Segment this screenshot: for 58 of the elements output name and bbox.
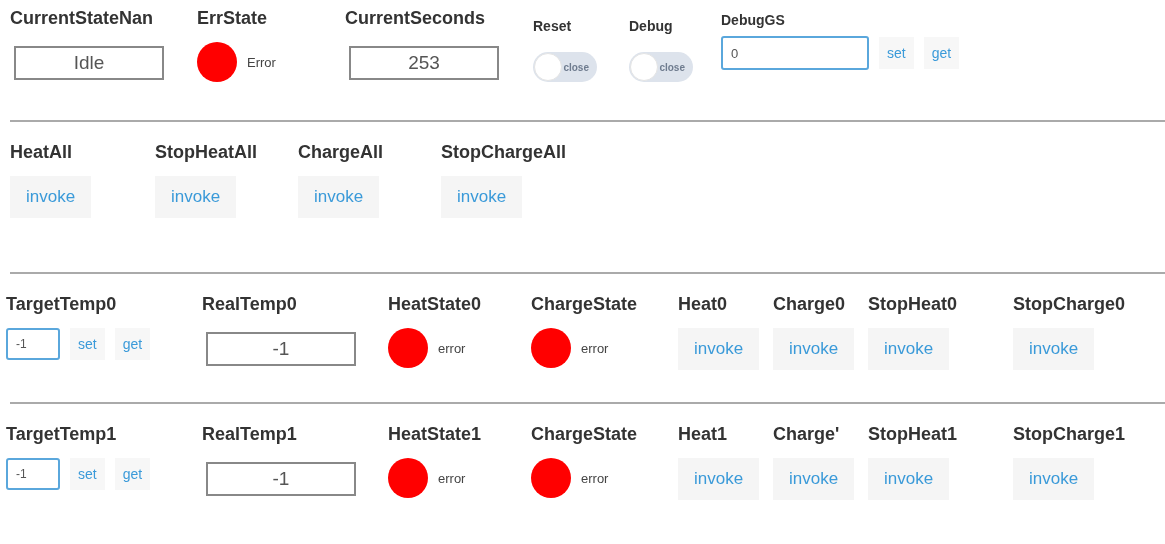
input-field[interactable]: -1 bbox=[6, 458, 60, 490]
field-label: ErrState bbox=[197, 8, 269, 30]
field-label: TargetTemp0 bbox=[6, 294, 118, 316]
input-field[interactable]: 0 bbox=[721, 36, 869, 70]
field-label: CurrentStateNan bbox=[10, 8, 155, 30]
field-label: StopChargeAll bbox=[441, 142, 567, 164]
set-button[interactable]: set bbox=[879, 37, 914, 69]
value-display: Idle bbox=[14, 46, 164, 80]
field-label: HeatAll bbox=[10, 142, 73, 164]
field-label: Heat0 bbox=[678, 294, 729, 316]
invoke-button[interactable]: invoke bbox=[773, 328, 855, 370]
field-label: HeatState0 bbox=[388, 294, 483, 316]
value-display: -1 bbox=[206, 462, 356, 496]
invoke-button[interactable]: invoke bbox=[1013, 458, 1095, 500]
invoke-button[interactable]: invoke bbox=[441, 176, 523, 218]
invoke-button[interactable]: invoke bbox=[678, 328, 760, 370]
field-label: StopHeat1 bbox=[868, 424, 958, 446]
field-label: Charge' bbox=[773, 424, 841, 446]
status-text: error bbox=[581, 340, 609, 356]
status-text: Error bbox=[247, 54, 276, 70]
field-label: StopCharge1 bbox=[1013, 424, 1127, 446]
status-text: error bbox=[438, 470, 466, 486]
field-label: Reset bbox=[533, 17, 573, 36]
field-label: Charge0 bbox=[773, 294, 847, 316]
input-field[interactable]: -1 bbox=[6, 328, 60, 360]
status-text: error bbox=[438, 340, 466, 356]
invoke-button[interactable]: invoke bbox=[773, 458, 855, 500]
field-label: DebugGS bbox=[721, 11, 786, 26]
get-button[interactable]: get bbox=[114, 328, 151, 360]
invoke-button[interactable]: invoke bbox=[868, 328, 950, 370]
field-label: ChargeState bbox=[531, 424, 639, 446]
invoke-button[interactable]: invoke bbox=[678, 458, 760, 500]
field-label: TargetTemp1 bbox=[6, 424, 118, 446]
field-label: RealTemp0 bbox=[202, 294, 298, 316]
set-button[interactable]: set bbox=[70, 458, 105, 490]
field-label: CurrentSeconds bbox=[345, 8, 487, 30]
field-label: StopCharge0 bbox=[1013, 294, 1127, 316]
get-button[interactable]: get bbox=[923, 37, 960, 69]
invoke-button[interactable]: invoke bbox=[298, 176, 380, 218]
field-label: Heat1 bbox=[678, 424, 729, 446]
field-label: RealTemp1 bbox=[202, 424, 298, 446]
toggle-switch[interactable]: close bbox=[533, 52, 597, 82]
invoke-button[interactable]: invoke bbox=[10, 176, 92, 218]
field-label: Debug bbox=[629, 17, 674, 36]
field-label: HeatState1 bbox=[388, 424, 483, 446]
field-label: StopHeat0 bbox=[868, 294, 958, 316]
invoke-button[interactable]: invoke bbox=[868, 458, 950, 500]
field-label: StopHeatAll bbox=[155, 142, 258, 164]
value-display: -1 bbox=[206, 332, 356, 366]
toggle-switch[interactable]: close bbox=[629, 52, 693, 82]
field-label: ChargeState bbox=[531, 294, 639, 316]
status-text: error bbox=[581, 470, 609, 486]
get-button[interactable]: get bbox=[114, 458, 151, 490]
set-button[interactable]: set bbox=[70, 328, 105, 360]
value-display: 253 bbox=[349, 46, 499, 80]
invoke-button[interactable]: invoke bbox=[1013, 328, 1095, 370]
invoke-button[interactable]: invoke bbox=[155, 176, 237, 218]
field-label: ChargeAll bbox=[298, 142, 385, 164]
